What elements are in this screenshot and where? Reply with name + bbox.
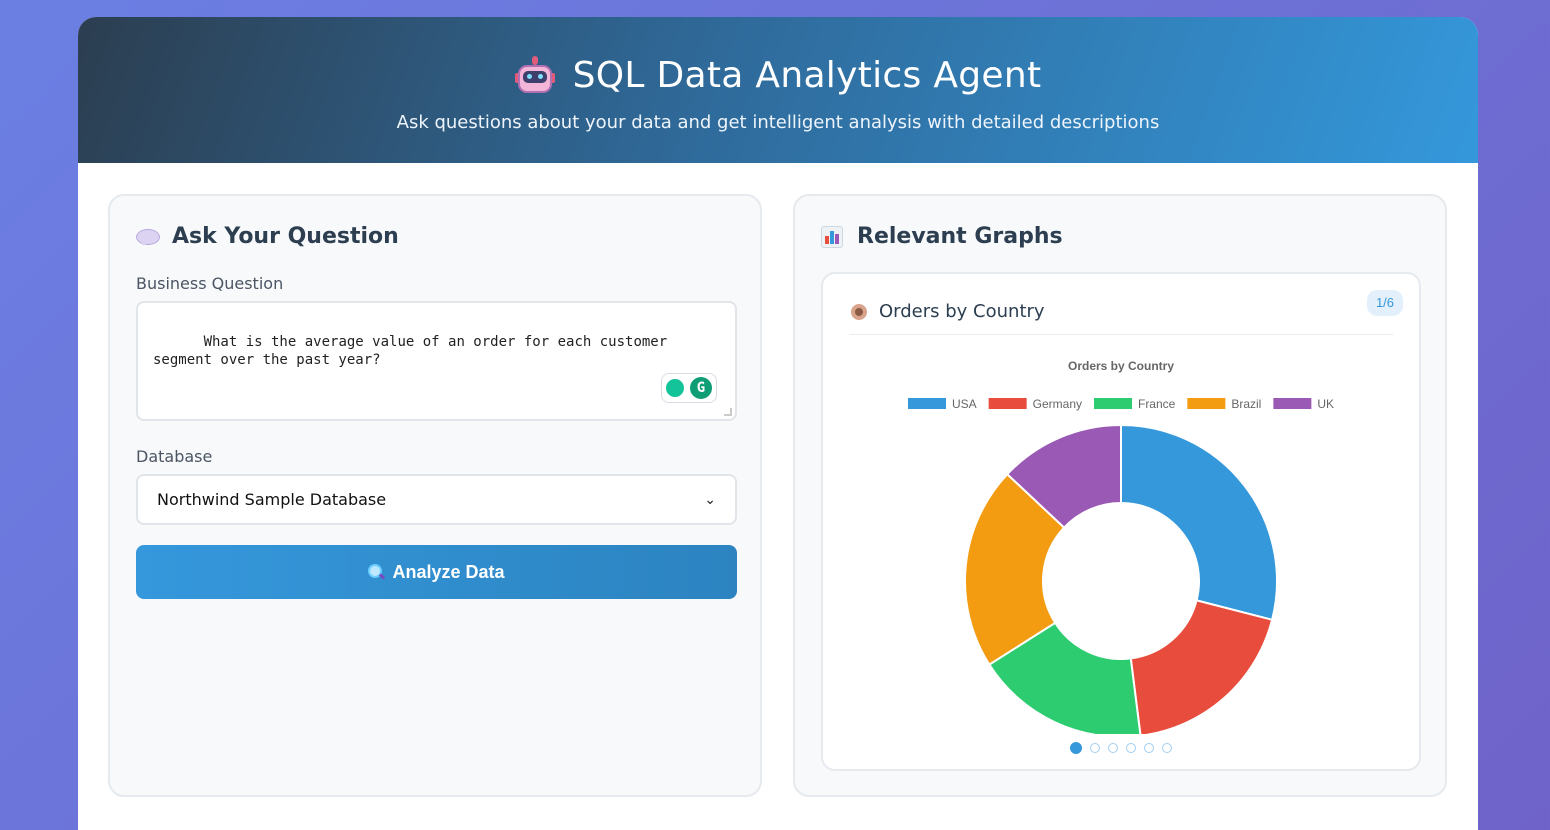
legend-label-france[interactable]: France <box>1138 397 1176 411</box>
carousel-dot-1[interactable] <box>1070 742 1082 754</box>
divider <box>849 334 1393 335</box>
business-question-text: What is the average value of an order fo… <box>153 334 668 368</box>
legend-label-germany[interactable]: Germany <box>1033 397 1082 411</box>
page-title: SQL Data Analytics Agent <box>78 17 1478 96</box>
app-window: SQL Data Analytics Agent Ask questions a… <box>78 17 1478 830</box>
legend-swatch-uk[interactable] <box>1273 398 1312 409</box>
resize-handle[interactable] <box>724 408 732 416</box>
legend-swatch-brazil[interactable] <box>1187 398 1226 409</box>
database-selected-value: Northwind Sample Database <box>157 490 387 509</box>
question-panel-title: Ask Your Question <box>136 224 399 249</box>
carousel-dots <box>823 742 1419 754</box>
bar-chart-icon <box>821 225 843 248</box>
business-question-input[interactable]: What is the average value of an order fo… <box>136 301 737 421</box>
database-select[interactable]: Northwind Sample Database ⌄ <box>136 474 737 525</box>
graphs-panel: Relevant Graphs Orders by Country 1/6 Or… <box>793 194 1447 797</box>
legend-label-brazil[interactable]: Brazil <box>1231 397 1261 411</box>
carousel-dot-5[interactable] <box>1144 743 1154 753</box>
question-panel: Ask Your Question Business Question What… <box>108 194 762 797</box>
page-indicator-badge: 1/6 <box>1367 290 1403 316</box>
page-title-text: SQL Data Analytics Agent <box>572 55 1042 96</box>
analyze-data-button[interactable]: Analyze Data <box>136 545 737 599</box>
page-subtitle: Ask questions about your data and get in… <box>396 112 1160 133</box>
legend-swatch-germany[interactable] <box>988 398 1027 409</box>
business-question-label: Business Question <box>136 274 284 293</box>
graph-card: Orders by Country 1/6 Orders by Country U… <box>821 272 1421 771</box>
legend-swatch-usa[interactable] <box>907 398 946 409</box>
chevron-down-icon: ⌄ <box>704 491 716 508</box>
carousel-dot-3[interactable] <box>1108 743 1118 753</box>
chart-title: Orders by Country <box>1068 359 1174 373</box>
carousel-dot-2[interactable] <box>1090 743 1100 753</box>
graph-card-title: Orders by Country <box>851 301 1045 322</box>
legend-swatch-france[interactable] <box>1093 398 1132 409</box>
graphs-panel-title-text: Relevant Graphs <box>857 224 1063 249</box>
graph-card-title-text: Orders by Country <box>879 301 1045 322</box>
question-panel-title-text: Ask Your Question <box>172 224 399 249</box>
orders-by-country-chart: Orders by Country USA Germany France Brazil U… <box>907 359 1334 734</box>
page-header: SQL Data Analytics Agent Ask questions a… <box>78 17 1478 163</box>
donut-slice-usa[interactable] <box>1120 423 1278 622</box>
grammarly-widget[interactable]: G <box>661 373 717 403</box>
legend-label-usa[interactable]: USA <box>952 397 977 411</box>
analyze-data-label: Analyze Data <box>392 561 505 582</box>
database-label: Database <box>136 447 213 466</box>
carousel-dot-6[interactable] <box>1162 743 1172 753</box>
donut-slice-germany[interactable] <box>1129 599 1274 734</box>
speech-bubble-icon <box>136 228 160 245</box>
magnifier-icon <box>368 564 384 580</box>
legend-label-uk[interactable]: UK <box>1317 397 1334 411</box>
robot-icon <box>514 55 555 96</box>
donut-chart-icon <box>851 303 867 320</box>
lightbulb-icon[interactable] <box>666 379 684 397</box>
grammarly-icon[interactable]: G <box>690 377 712 399</box>
carousel-dot-4[interactable] <box>1126 743 1136 753</box>
graphs-panel-title: Relevant Graphs <box>821 224 1063 249</box>
